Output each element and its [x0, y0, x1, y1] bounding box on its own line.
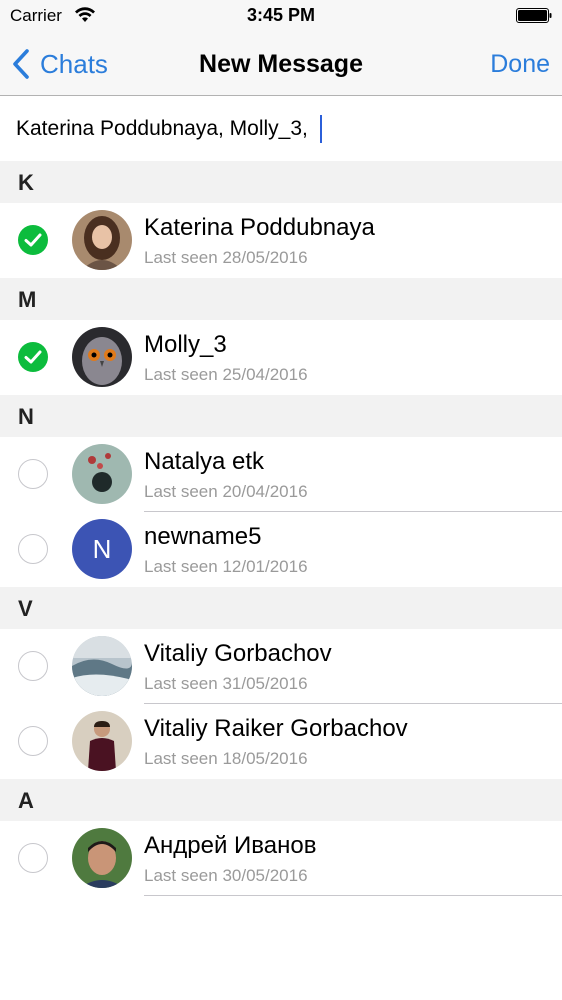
battery-icon [516, 8, 552, 23]
selection-checkbox[interactable] [18, 726, 48, 756]
section-header-k: K [0, 161, 562, 203]
contact-list: K Katerina Poddubnaya Last seen 28/05/20… [0, 161, 562, 896]
contact-row[interactable]: Katerina Poddubnaya Last seen 28/05/2016 [0, 203, 562, 278]
avatar [72, 210, 132, 270]
selection-checkbox[interactable] [18, 342, 48, 372]
contact-name: Molly_3 [144, 331, 227, 358]
section-header-m: M [0, 278, 562, 320]
avatar [72, 444, 132, 504]
checkmark-icon [24, 350, 42, 364]
contact-row[interactable]: Molly_3 Last seen 25/04/2016 [0, 320, 562, 395]
section-header-n: N [0, 395, 562, 437]
avatar [72, 711, 132, 771]
selection-checkbox[interactable] [18, 225, 48, 255]
navigation-bar: Chats New Message Done [0, 32, 562, 96]
recipients-text: Katerina Poddubnaya, Molly_3, [16, 117, 308, 140]
contact-row[interactable]: Vitaliy Gorbachov Last seen 31/05/2016 [0, 629, 562, 704]
contact-name: Vitaliy Gorbachov [144, 640, 332, 667]
contact-row[interactable]: N newname5 Last seen 12/01/2016 [0, 512, 562, 587]
status-bar: Carrier 3:45 PM [0, 0, 562, 32]
last-seen: Last seen 30/05/2016 [144, 866, 308, 885]
last-seen: Last seen 31/05/2016 [144, 674, 308, 693]
selection-checkbox[interactable] [18, 459, 48, 489]
status-time: 3:45 PM [246, 5, 316, 25]
last-seen: Last seen 25/04/2016 [144, 365, 308, 384]
avatar: N [72, 519, 132, 579]
selection-checkbox[interactable] [18, 843, 48, 873]
done-button[interactable]: Done [490, 50, 550, 79]
avatar [72, 327, 132, 387]
page-title: New Message [199, 50, 363, 78]
checkmark-icon [24, 233, 42, 247]
contact-name: newname5 [144, 523, 262, 550]
last-seen: Last seen 28/05/2016 [144, 248, 308, 267]
last-seen: Last seen 18/05/2016 [144, 749, 308, 768]
contact-row[interactable]: Vitaliy Raiker Gorbachov Last seen 18/05… [0, 704, 562, 779]
last-seen: Last seen 12/01/2016 [144, 557, 308, 576]
avatar [72, 828, 132, 888]
selection-checkbox[interactable] [18, 651, 48, 681]
section-header-a: A [0, 779, 562, 821]
text-cursor [319, 115, 322, 143]
selection-checkbox[interactable] [18, 534, 48, 564]
row-divider [144, 895, 562, 896]
contact-name: Андрей Иванов [144, 832, 317, 859]
contact-name: Natalya etk [144, 448, 265, 475]
last-seen: Last seen 20/04/2016 [144, 482, 308, 501]
contact-name: Vitaliy Raiker Gorbachov [144, 715, 408, 742]
section-header-v: V [0, 587, 562, 629]
contact-row[interactable]: Андрей Иванов Last seen 30/05/2016 [0, 821, 562, 896]
recipients-field[interactable]: Katerina Poddubnaya, Molly_3, [0, 97, 562, 161]
avatar [72, 636, 132, 696]
contact-row[interactable]: Natalya etk Last seen 20/04/2016 [0, 437, 562, 512]
contact-name: Katerina Poddubnaya [144, 214, 375, 241]
